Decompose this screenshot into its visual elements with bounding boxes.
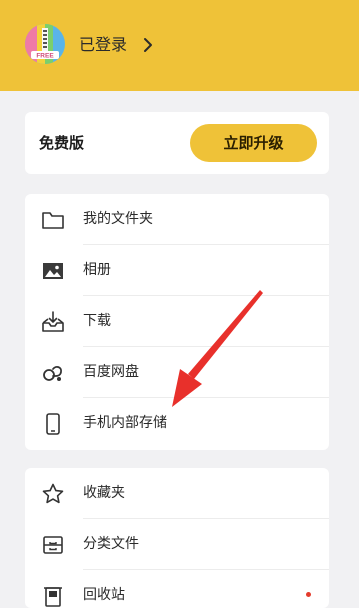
menu-item-download[interactable]: 下载 xyxy=(25,296,329,347)
menu-item-recycle-bin[interactable]: 回收站 xyxy=(25,570,329,608)
avatar-badge-text: FREE xyxy=(36,53,54,60)
menu-item-phone-storage[interactable]: 手机内部存储 xyxy=(25,398,329,449)
upgrade-button[interactable]: 立即升级 xyxy=(190,124,317,162)
avatar[interactable]: FREE xyxy=(25,24,65,64)
more-menu: 收藏夹 分类文件 回收站 xyxy=(25,468,329,608)
folder-icon xyxy=(42,212,64,229)
menu-item-favorites[interactable]: 收藏夹 xyxy=(25,468,329,519)
cloud-drive-icon xyxy=(43,365,62,381)
menu-item-label: 百度网盘 xyxy=(83,364,139,380)
chevron-right-icon[interactable] xyxy=(142,37,154,53)
menu-item-label: 收藏夹 xyxy=(83,485,125,501)
menu-item-label: 手机内部存储 xyxy=(83,415,167,431)
category-box-icon xyxy=(43,536,63,554)
menu-item-label: 相册 xyxy=(83,262,111,278)
menu-item-label: 分类文件 xyxy=(83,536,139,552)
photo-icon xyxy=(43,263,63,279)
download-icon xyxy=(42,311,64,332)
app-logo-icon: FREE xyxy=(25,24,65,64)
plan-label: 免费版 xyxy=(39,134,85,152)
menu-item-categories[interactable]: 分类文件 xyxy=(25,519,329,570)
menu-item-my-folders[interactable]: 我的文件夹 xyxy=(25,194,329,245)
menu-item-label: 回收站 xyxy=(83,587,125,603)
phone-icon xyxy=(46,413,60,435)
menu-item-label: 我的文件夹 xyxy=(83,211,153,227)
login-status[interactable]: 已登录 xyxy=(79,34,127,56)
trash-icon xyxy=(44,587,62,607)
menu-item-baidu-netdisk[interactable]: 百度网盘 xyxy=(25,347,329,398)
notification-dot xyxy=(306,592,311,597)
menu-item-album[interactable]: 相册 xyxy=(25,245,329,296)
top-header: FREE 已登录 xyxy=(0,0,359,91)
vip-card: 免费版 立即升级 xyxy=(25,112,329,174)
files-menu: 我的文件夹 相册 下载 百度网盘 手机内部存储 xyxy=(25,194,329,450)
star-icon xyxy=(42,483,64,504)
menu-item-label: 下载 xyxy=(83,313,111,329)
